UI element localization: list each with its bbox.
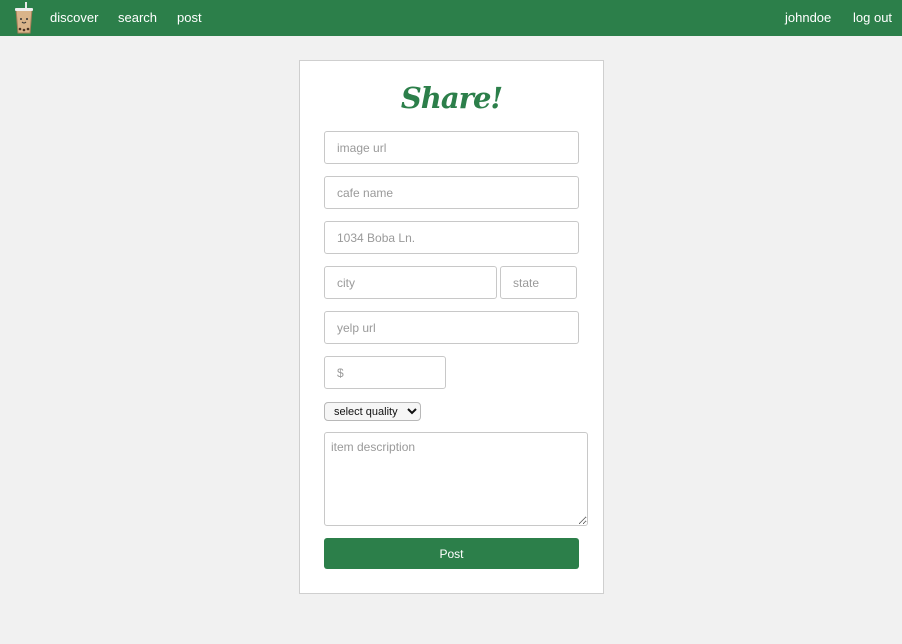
bubble-tea-cup-icon[interactable] <box>13 2 35 34</box>
form-title: Share! <box>400 81 503 115</box>
address-input[interactable] <box>324 221 579 254</box>
cafe-name-input[interactable] <box>324 176 579 209</box>
city-input[interactable] <box>324 266 497 299</box>
price-input[interactable] <box>324 356 446 389</box>
nav-search-link[interactable]: search <box>118 10 157 26</box>
nav-user-link[interactable]: johndoe <box>785 10 831 26</box>
yelp-url-input[interactable] <box>324 311 579 344</box>
nav-post-link[interactable]: post <box>177 10 202 26</box>
share-form-card: Share! select quality Post <box>299 60 604 594</box>
image-url-input[interactable] <box>324 131 579 164</box>
post-submit-button[interactable]: Post <box>324 538 579 569</box>
state-input[interactable] <box>500 266 577 299</box>
nav-discover-link[interactable]: discover <box>50 10 98 26</box>
item-description-textarea[interactable] <box>324 432 588 526</box>
nav-logout-link[interactable]: log out <box>853 10 892 26</box>
top-navbar: discover search post johndoe log out <box>0 0 902 36</box>
quality-select[interactable]: select quality <box>324 402 421 421</box>
